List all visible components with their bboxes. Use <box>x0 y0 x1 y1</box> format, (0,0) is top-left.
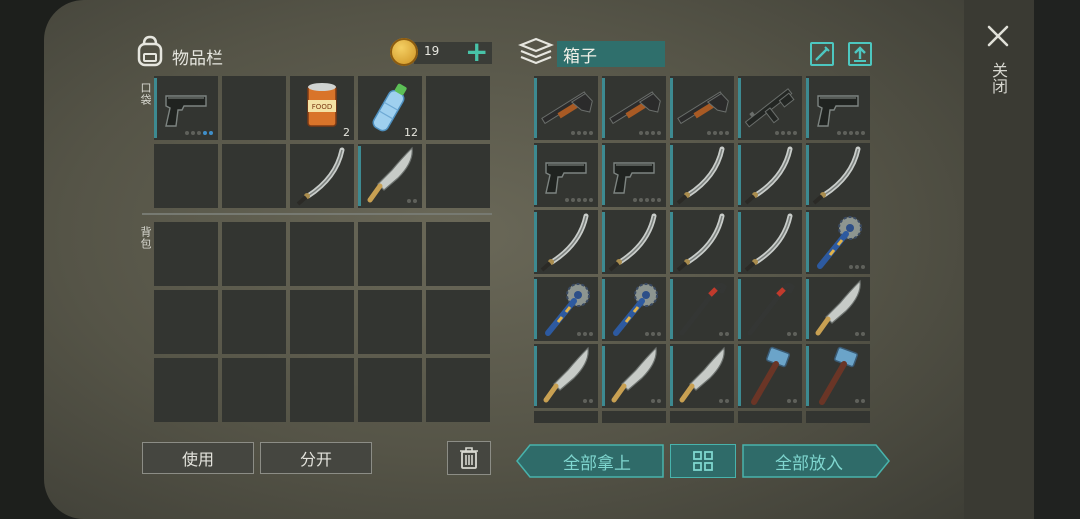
box-slot[interactable] <box>738 210 802 274</box>
durability-dots <box>787 399 797 403</box>
box-slot[interactable] <box>738 344 802 408</box>
backpack-slot[interactable] <box>290 222 354 286</box>
pocket-slot[interactable] <box>222 76 286 140</box>
pocket-slot[interactable] <box>426 76 490 140</box>
edit-box-icon[interactable] <box>810 42 834 66</box>
durability-dots <box>849 265 865 269</box>
close-label[interactable]: 关闭 <box>989 62 1008 94</box>
pocket-slot[interactable] <box>154 144 218 208</box>
durability-dots <box>583 399 593 403</box>
box-slot[interactable] <box>602 76 666 140</box>
box-slot[interactable] <box>806 76 870 140</box>
backpack-slot[interactable] <box>426 358 490 422</box>
box-stack-icon <box>518 37 554 65</box>
backpack-slot[interactable] <box>154 358 218 422</box>
grid-sort-icon <box>693 451 713 471</box>
backpack-slot[interactable] <box>222 290 286 354</box>
durability-dots <box>407 199 417 203</box>
box-name-field[interactable]: 箱子 <box>557 41 665 67</box>
box-slot[interactable] <box>738 277 802 341</box>
box-slot[interactable] <box>806 344 870 408</box>
box-slot[interactable] <box>602 143 666 207</box>
pocket-slot[interactable] <box>358 144 422 208</box>
box-slot[interactable] <box>534 344 598 408</box>
put-all-button[interactable]: 全部放入 <box>742 444 876 478</box>
backpack-slot[interactable] <box>154 290 218 354</box>
box-slot[interactable] <box>670 76 734 140</box>
box-slot[interactable] <box>534 76 598 140</box>
pocket-label: 口袋 <box>139 82 152 106</box>
box-slot[interactable] <box>806 143 870 207</box>
coin-count: 19 <box>424 44 440 58</box>
pocket-divider <box>142 213 492 215</box>
upload-icon[interactable] <box>848 42 872 66</box>
box-slot[interactable] <box>806 210 870 274</box>
coin-icon <box>390 38 418 66</box>
durability-dots <box>719 399 729 403</box>
backpack-slot[interactable] <box>222 222 286 286</box>
durability-dots <box>639 131 661 135</box>
box-slot[interactable] <box>534 277 598 341</box>
use-button[interactable]: 使用 <box>142 442 254 474</box>
pocket-slot[interactable] <box>426 144 490 208</box>
pocket-slot[interactable]: FOOD 2 <box>290 76 354 140</box>
box-slot[interactable] <box>738 76 802 140</box>
durability-dots <box>837 131 865 135</box>
durability-dots <box>651 399 661 403</box>
pocket-slot[interactable] <box>222 144 286 208</box>
sort-button[interactable] <box>670 444 736 478</box>
backpack-slot[interactable] <box>358 222 422 286</box>
backpack-slot[interactable] <box>426 222 490 286</box>
box-slot[interactable] <box>534 210 598 274</box>
add-coins-button[interactable]: + <box>465 38 488 66</box>
box-slot[interactable] <box>602 277 666 341</box>
durability-dots <box>707 131 729 135</box>
box-slot[interactable] <box>534 143 598 207</box>
backpack-slot[interactable] <box>222 358 286 422</box>
split-button[interactable]: 分开 <box>260 442 372 474</box>
durability-dots <box>565 198 593 202</box>
backpack-slot[interactable] <box>358 290 422 354</box>
box-slot[interactable] <box>738 143 802 207</box>
svg-text:FOOD: FOOD <box>312 103 332 111</box>
box-slot[interactable] <box>670 143 734 207</box>
box-slot[interactable] <box>602 210 666 274</box>
box-grid-next-row <box>534 409 874 423</box>
item-quantity: 12 <box>404 126 418 139</box>
box-slot[interactable] <box>602 344 666 408</box>
backpack-slot[interactable] <box>290 358 354 422</box>
item-quantity: 2 <box>343 126 350 139</box>
backpack-slot[interactable] <box>154 222 218 286</box>
backpack-slot[interactable] <box>290 290 354 354</box>
durability-dots <box>577 332 593 336</box>
delete-button[interactable] <box>447 441 491 475</box>
screen-edge <box>1034 0 1080 519</box>
backpack-label: 背包 <box>139 226 152 250</box>
box-slot[interactable] <box>670 277 734 341</box>
durability-dots <box>855 399 865 403</box>
box-slot[interactable] <box>806 277 870 341</box>
durability-dots <box>633 198 661 202</box>
durability-dots <box>645 332 661 336</box>
durability-dots <box>855 332 865 336</box>
take-all-button[interactable]: 全部拿上 <box>530 444 664 478</box>
inventory-title: 物品栏 <box>172 49 223 69</box>
backpack-slot[interactable] <box>358 358 422 422</box>
pocket-slot[interactable] <box>290 144 354 208</box>
durability-dots <box>185 131 213 135</box>
trash-icon <box>460 447 478 469</box>
backpack-slot[interactable] <box>426 290 490 354</box>
pocket-slot[interactable] <box>154 76 218 140</box>
box-slot[interactable] <box>670 210 734 274</box>
box-slot[interactable] <box>670 344 734 408</box>
durability-dots <box>719 332 729 336</box>
close-icon[interactable] <box>986 24 1010 48</box>
pocket-slot[interactable]: 12 <box>358 76 422 140</box>
durability-dots <box>571 131 593 135</box>
durability-dots <box>775 131 797 135</box>
backpack-icon <box>137 35 163 67</box>
durability-dots <box>787 332 797 336</box>
